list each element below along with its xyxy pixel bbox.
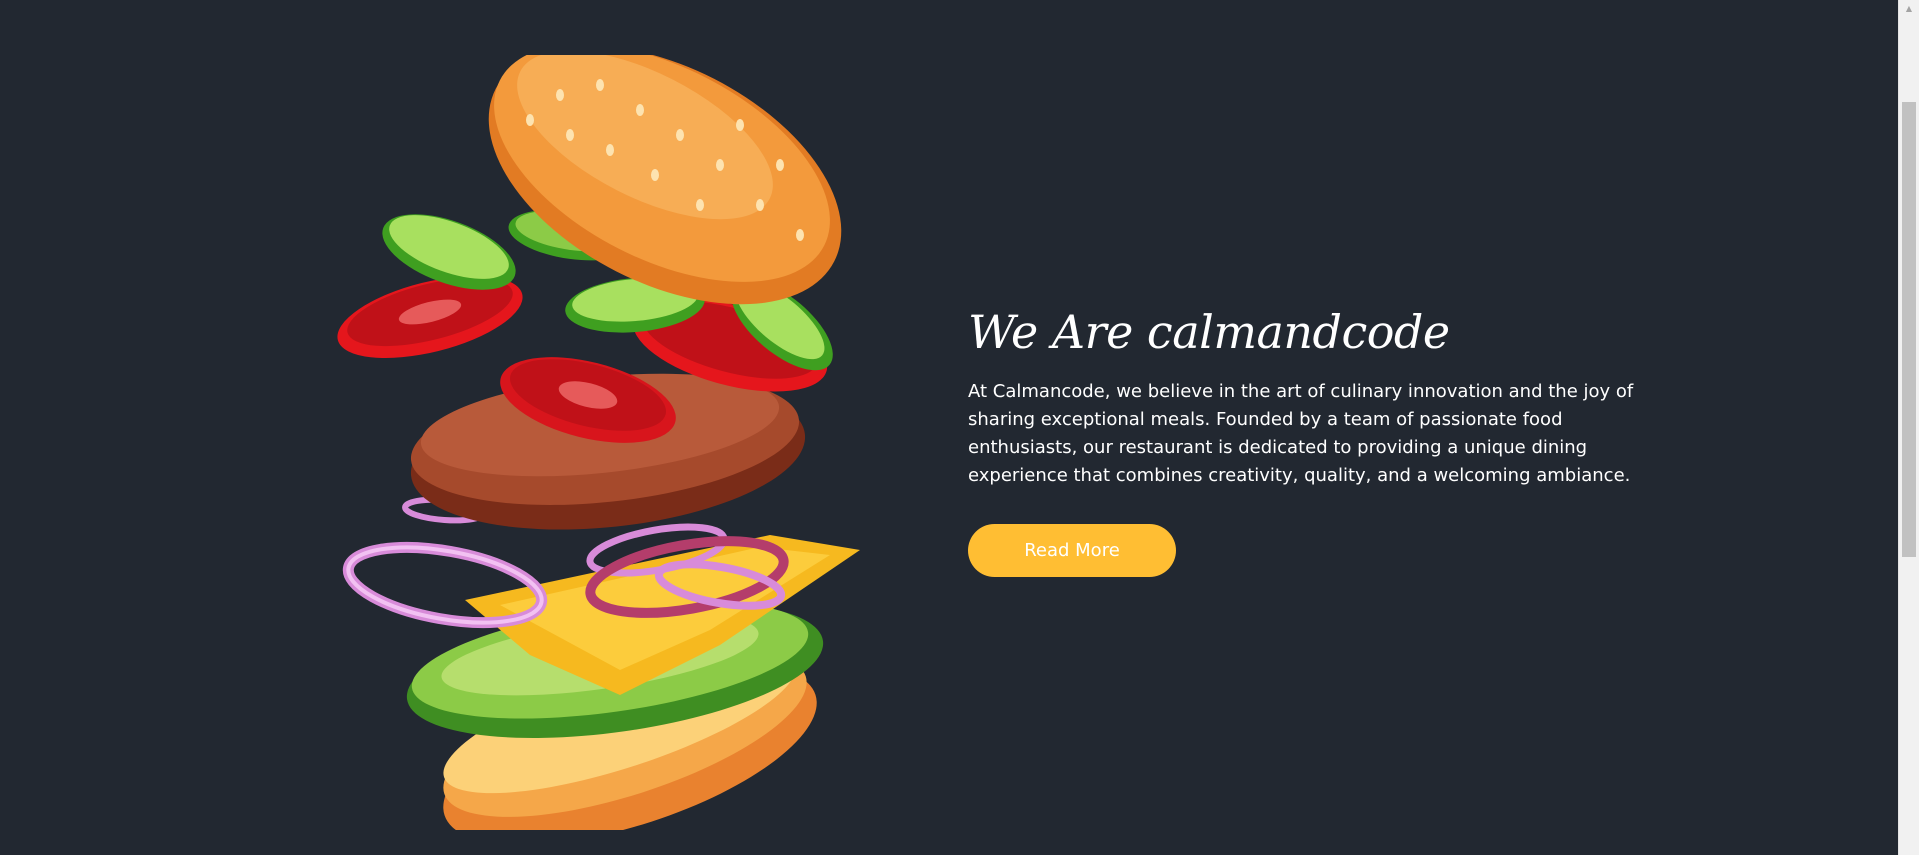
about-section: We Are calmandcode At Calmancode, we bel… bbox=[0, 0, 1919, 855]
about-content: We Are calmandcode At Calmancode, we bel… bbox=[968, 300, 1658, 577]
read-more-button[interactable]: Read More bbox=[968, 524, 1176, 577]
section-title: We Are calmandcode bbox=[968, 305, 1450, 359]
burger-icon bbox=[337, 55, 860, 830]
chevron-up-icon[interactable]: ▲ bbox=[1899, 0, 1919, 17]
about-description: At Calmancode, we believe in the art of … bbox=[968, 381, 1634, 486]
scrollbar-thumb[interactable] bbox=[1902, 102, 1916, 557]
burger-illustration bbox=[300, 55, 870, 830]
vertical-scrollbar[interactable]: ▲ bbox=[1898, 0, 1919, 855]
